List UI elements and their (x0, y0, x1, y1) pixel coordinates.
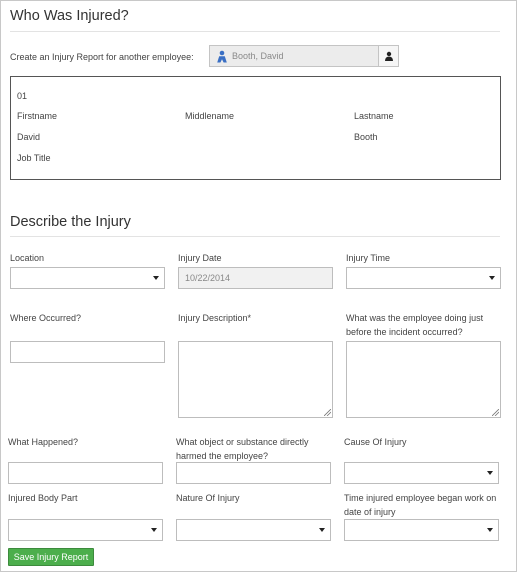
injury-time-select[interactable] (346, 267, 501, 289)
nature-of-injury-select[interactable] (176, 519, 331, 541)
injury-time-label: Injury Time (346, 253, 391, 263)
employee-code: 01 (17, 91, 28, 101)
injury-date-value: 10/22/2014 (185, 273, 231, 283)
employee-icon (216, 50, 228, 63)
location-label: Location (10, 253, 45, 263)
job-title-label: Job Title (17, 153, 51, 163)
employee-search-field[interactable]: Booth, David (209, 45, 399, 67)
employee-doing-textarea[interactable] (346, 341, 501, 418)
save-injury-report-button[interactable]: Save Injury Report (8, 548, 94, 566)
person-icon (385, 51, 393, 61)
injury-description-label: Injury Description* (178, 313, 252, 323)
create-report-label: Create an Injury Report for another empl… (10, 52, 194, 62)
lastname-value: Booth (354, 132, 378, 142)
cause-of-injury-select[interactable] (344, 462, 499, 484)
where-occurred-input[interactable] (10, 341, 165, 363)
object-substance-input[interactable] (176, 462, 331, 484)
injured-body-part-label: Injured Body Part (8, 493, 78, 503)
injury-date-input[interactable]: 10/22/2014 (178, 267, 333, 289)
describe-injury-heading: Describe the Injury (10, 214, 131, 230)
what-happened-label: What Happened? (8, 437, 79, 447)
firstname-value: David (17, 132, 41, 142)
employee-info-card (10, 76, 501, 180)
what-happened-input[interactable] (8, 462, 163, 484)
chevron-down-icon (489, 276, 495, 280)
employee-doing-label: What was the employee doing just before … (346, 313, 484, 337)
chevron-down-icon (151, 528, 157, 532)
injury-date-label: Injury Date (178, 253, 222, 263)
location-select[interactable] (10, 267, 165, 289)
firstname-label: Firstname (17, 111, 58, 121)
resize-handle-icon[interactable] (492, 409, 499, 416)
resize-handle-icon[interactable] (324, 409, 331, 416)
chevron-down-icon (487, 528, 493, 532)
employee-search-value: Booth, David (232, 51, 284, 61)
injured-body-part-select[interactable] (8, 519, 163, 541)
cause-of-injury-label: Cause Of Injury (344, 437, 407, 447)
select-employee-button[interactable] (378, 46, 398, 66)
chevron-down-icon (487, 471, 493, 475)
section-divider (10, 236, 500, 237)
chevron-down-icon (153, 276, 159, 280)
lastname-label: Lastname (354, 111, 394, 121)
where-occurred-label: Where Occurred? (10, 313, 82, 323)
time-began-work-label: Time injured employee began work on date… (344, 493, 497, 517)
nature-of-injury-label: Nature Of Injury (176, 493, 240, 503)
who-was-injured-heading: Who Was Injured? (10, 8, 129, 24)
time-began-work-select[interactable] (344, 519, 499, 541)
object-substance-label: What object or substance directly harmed… (176, 437, 309, 461)
chevron-down-icon (319, 528, 325, 532)
middlename-label: Middlename (185, 111, 235, 121)
section-divider (10, 31, 500, 32)
injury-description-textarea[interactable] (178, 341, 333, 418)
